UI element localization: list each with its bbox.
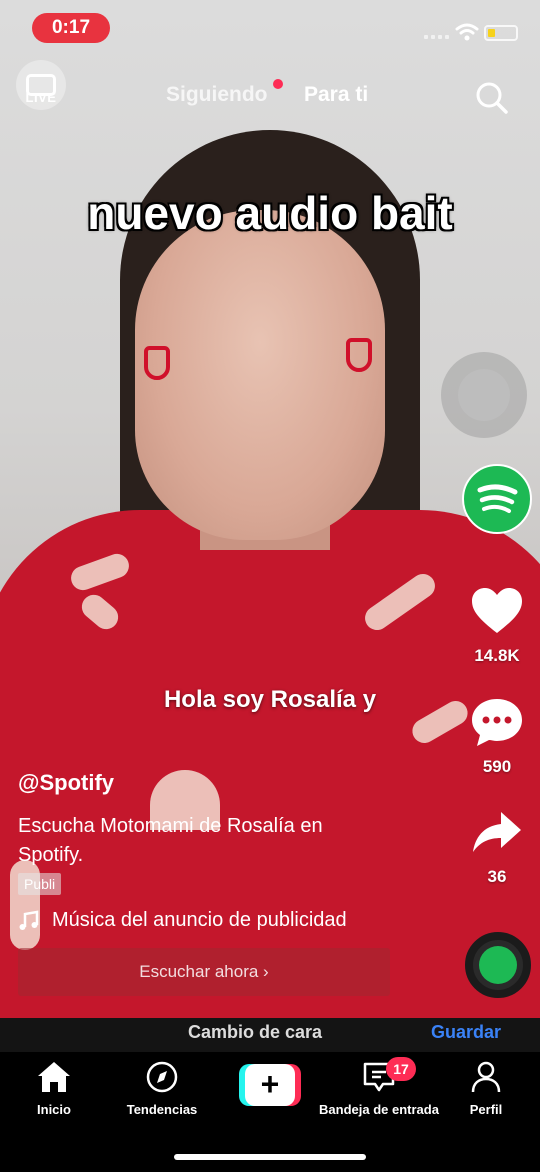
floating-assistive-button[interactable] <box>441 352 527 438</box>
effect-name[interactable]: Cambio de cara <box>188 1022 322 1043</box>
heart-icon <box>472 588 522 633</box>
profile-avatar[interactable] <box>462 464 532 534</box>
share-arrow-icon <box>473 812 521 852</box>
nav-home[interactable]: Inicio <box>30 1060 78 1117</box>
share-count: 36 <box>487 867 507 886</box>
like-button[interactable]: 14.8K <box>466 585 528 666</box>
battery-icon <box>484 25 518 41</box>
status-bar: 0:17 <box>0 0 540 56</box>
plus-icon: + <box>245 1064 295 1106</box>
tab-following[interactable]: Siguiendo <box>166 83 268 107</box>
effect-bar: Cambio de cara Guardar <box>0 1018 540 1052</box>
nav-discover-label: Tendencias <box>126 1102 198 1117</box>
listen-now-button[interactable]: Escuchar ahora › <box>18 948 390 996</box>
post-username[interactable]: @Spotify <box>18 770 114 796</box>
save-button[interactable]: Guardar <box>431 1022 501 1043</box>
nav-profile[interactable]: Perfil <box>462 1060 510 1117</box>
wifi-icon <box>455 23 479 41</box>
video-figure-face <box>135 210 385 540</box>
post-description: Escucha Motomami de Rosalía en Spotify. <box>18 815 323 866</box>
tab-notification-dot <box>273 79 283 89</box>
status-time: 0:17 <box>32 13 110 43</box>
home-icon <box>38 1062 70 1092</box>
video-caption-top: nuevo audio bait <box>87 187 453 239</box>
nav-inbox-label: Bandeja de entrada <box>319 1102 439 1117</box>
profile-icon <box>471 1061 501 1093</box>
video-caption-sub: Hola soy Rosalía y <box>163 686 377 713</box>
live-button[interactable]: LIVE <box>16 60 66 110</box>
live-label: LIVE <box>25 90 57 105</box>
like-count: 14.8K <box>474 646 520 665</box>
face-decoration <box>346 338 372 372</box>
nav-profile-label: Perfil <box>469 1102 503 1117</box>
music-note-icon <box>19 910 39 930</box>
home-indicator[interactable] <box>174 1154 366 1160</box>
share-button[interactable]: 36 <box>466 808 528 887</box>
search-icon[interactable] <box>474 80 510 116</box>
signal-icon <box>424 35 449 39</box>
nav-discover[interactable]: Tendencias <box>122 1060 202 1117</box>
face-decoration <box>144 346 170 380</box>
music-row[interactable]: Música del anuncio de publicidad <box>18 909 347 932</box>
spotify-disc-icon <box>479 946 517 984</box>
inbox-badge: 17 <box>386 1057 416 1081</box>
nav-inbox[interactable]: Bandeja de entrada <box>312 1060 446 1117</box>
create-button[interactable]: + <box>239 1064 301 1106</box>
sponsored-badge: Publi <box>18 873 62 895</box>
nav-home-label: Inicio <box>37 1102 71 1117</box>
tab-for-you[interactable]: Para ti <box>304 83 368 107</box>
spotify-logo-icon <box>477 484 518 513</box>
comment-button[interactable]: 590 <box>466 696 528 777</box>
comment-icon <box>472 699 522 746</box>
compass-icon <box>146 1061 178 1093</box>
music-disc[interactable] <box>465 932 531 998</box>
music-text: Música del anuncio de publicidad <box>52 909 347 931</box>
comment-count: 590 <box>482 757 512 776</box>
